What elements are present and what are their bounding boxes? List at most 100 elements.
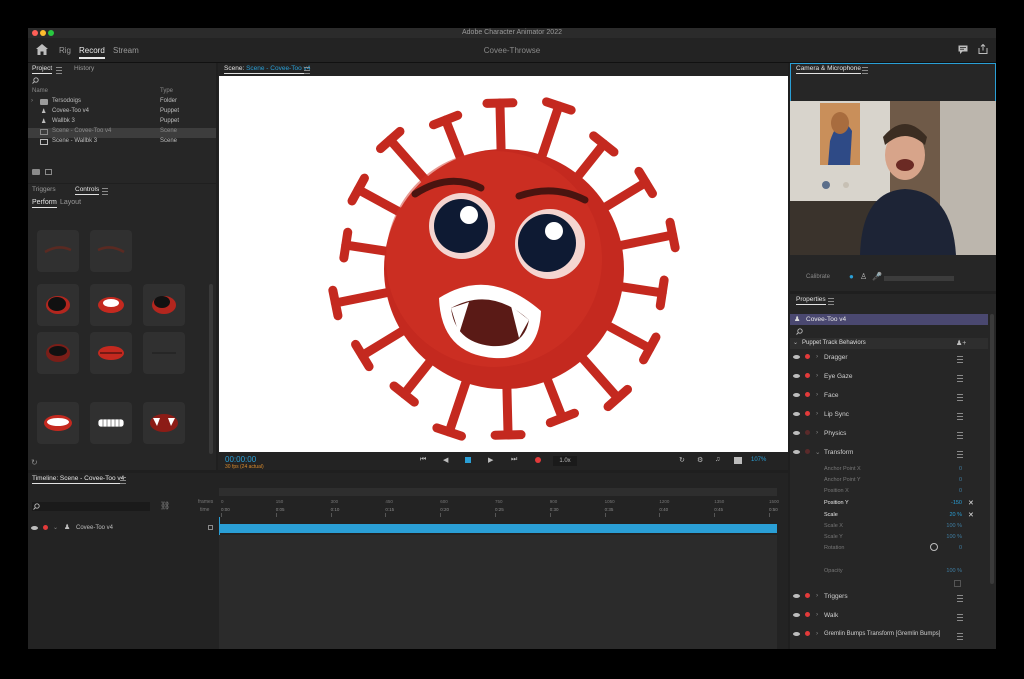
behavior-menu-icon[interactable]	[957, 451, 963, 458]
param-row[interactable]: Scale 20 % ✕	[790, 512, 996, 523]
scene-name-link[interactable]: Scene - Covee-Too v4	[246, 65, 310, 72]
timecode-display[interactable]: 00:00:00	[225, 455, 256, 464]
control-teeth-smile[interactable]	[37, 402, 79, 444]
arm-record-icon[interactable]	[805, 430, 810, 435]
control-eye-left[interactable]	[37, 284, 79, 326]
param-value[interactable]: 100 %	[946, 568, 962, 574]
tab-perform[interactable]: Perform	[32, 199, 57, 208]
arm-record-icon[interactable]	[805, 411, 810, 416]
chevron-right-icon[interactable]: ›	[816, 429, 818, 436]
chevron-down-icon[interactable]: ⌄	[815, 448, 820, 456]
refresh-icon[interactable]: ↻	[31, 458, 38, 467]
behavior-row[interactable]: › Walk	[790, 609, 996, 628]
panel-menu-icon[interactable]	[828, 298, 834, 305]
go-to-end-icon[interactable]: ⏭	[511, 456, 517, 464]
param-value[interactable]: 100 %	[946, 523, 962, 529]
eye-icon[interactable]	[793, 613, 800, 617]
add-behavior-icon[interactable]: ♟+	[956, 339, 966, 347]
behavior-row[interactable]: › Lip Sync	[790, 408, 996, 427]
microphone-icon[interactable]: 🎤	[872, 272, 882, 281]
chevron-right-icon[interactable]: ›	[816, 592, 818, 599]
param-value[interactable]: -150	[951, 500, 962, 506]
audio-icon[interactable]: ♫	[715, 456, 720, 463]
calibrate-button[interactable]: Calibrate	[806, 274, 830, 280]
project-item-selected[interactable]: Scene - Covee-Too v4 Scene	[28, 128, 216, 138]
behavior-row[interactable]: › Triggers	[790, 590, 996, 609]
param-value[interactable]: 0	[959, 466, 962, 472]
project-item[interactable]: ♟ Covee-Too v4 Puppet	[28, 108, 216, 118]
behavior-menu-icon[interactable]	[957, 356, 963, 363]
arm-record-icon[interactable]	[805, 612, 810, 617]
eye-icon[interactable]	[793, 450, 800, 454]
arm-record-icon[interactable]	[805, 373, 810, 378]
behaviors-section-header[interactable]: ⌄ Puppet Track Behaviors ♟+	[790, 338, 988, 349]
play-icon[interactable]: ▶	[488, 456, 493, 464]
eye-icon[interactable]	[793, 632, 800, 636]
chevron-down-icon[interactable]: ⌄	[793, 339, 798, 346]
chevron-down-icon[interactable]: ⌄	[53, 524, 58, 531]
param-row[interactable]: Position X 0	[790, 488, 996, 499]
record-icon[interactable]	[535, 457, 541, 463]
new-folder-icon[interactable]	[32, 169, 40, 175]
behavior-menu-icon[interactable]	[957, 595, 963, 602]
stop-icon[interactable]	[465, 457, 471, 463]
tab-project[interactable]: Project	[32, 65, 53, 74]
chevron-right-icon[interactable]: ›	[816, 611, 818, 618]
eye-icon[interactable]	[793, 374, 800, 378]
go-to-start-icon[interactable]: ⏮	[420, 456, 426, 464]
control-eyebrow-right[interactable]	[90, 230, 132, 272]
work-area-bar[interactable]	[219, 488, 777, 496]
chevron-right-icon[interactable]: ›	[31, 98, 33, 104]
track-header[interactable]: ⌄ ♟ Covee-Too v4	[28, 523, 218, 533]
tab-controls[interactable]: Controls	[75, 186, 100, 195]
zoom-percent[interactable]: 107%	[751, 457, 766, 463]
param-value[interactable]: 20 %	[949, 512, 962, 518]
loop-icon[interactable]: ↻	[679, 456, 685, 464]
control-mouth-closed[interactable]	[90, 332, 132, 374]
panel-menu-icon[interactable]	[304, 67, 310, 74]
behavior-menu-icon[interactable]	[957, 413, 963, 420]
scene-stage[interactable]	[219, 76, 788, 452]
checkbox[interactable]	[954, 580, 961, 587]
behavior-menu-icon[interactable]	[957, 633, 963, 640]
track-bar[interactable]	[219, 524, 777, 533]
param-row[interactable]: Position Y -150 ✕	[790, 500, 996, 511]
behavior-menu-icon[interactable]	[957, 375, 963, 382]
control-mouth-open[interactable]	[90, 284, 132, 326]
search-icon[interactable]	[796, 328, 803, 335]
properties-scrollbar[interactable]	[990, 314, 994, 584]
timeline-search-input[interactable]	[32, 502, 150, 511]
param-value[interactable]: 0	[959, 545, 962, 551]
arm-record-icon[interactable]	[805, 354, 810, 359]
param-value[interactable]: 100 %	[946, 534, 962, 540]
project-item[interactable]: › Tersodoigs Folder	[28, 98, 216, 108]
panel-menu-icon[interactable]	[862, 67, 868, 74]
param-row[interactable]: Scale X 100 %	[790, 523, 996, 534]
sync-icon[interactable]: ⛓	[160, 501, 170, 510]
time-ruler[interactable]: 0 0:00 150 0:05 300 0:10 450 0:15 600 0:20 750 0:25…	[219, 497, 779, 517]
rotation-dial-icon[interactable]	[930, 543, 938, 551]
control-mouth-neutral[interactable]	[143, 332, 185, 374]
behavior-row[interactable]: › Dragger	[790, 351, 996, 370]
speed-field[interactable]: 1.0x	[553, 456, 577, 466]
chevron-right-icon[interactable]: ›	[816, 630, 818, 637]
eye-icon[interactable]	[793, 431, 800, 435]
param-value[interactable]: 0	[959, 488, 962, 494]
virus-puppet[interactable]	[219, 76, 788, 452]
column-name[interactable]: Name	[32, 88, 48, 94]
eye-icon[interactable]	[793, 594, 800, 598]
eye-icon[interactable]	[793, 412, 800, 416]
arm-record-icon[interactable]	[43, 525, 48, 530]
arm-record-icon[interactable]	[805, 593, 810, 598]
control-fangs[interactable]	[143, 402, 185, 444]
behavior-row[interactable]: › Gremlin Bumps Transform [Gremlin Bumps…	[790, 628, 996, 647]
param-value[interactable]: 0	[959, 477, 962, 483]
control-teeth-grit[interactable]	[90, 402, 132, 444]
body-tracking-icon[interactable]: ♙	[860, 272, 867, 281]
arm-record-icon[interactable]	[805, 392, 810, 397]
controls-scrollbar[interactable]	[209, 284, 213, 454]
chevron-right-icon[interactable]: ›	[816, 353, 818, 360]
close-icon[interactable]: ✕	[968, 499, 974, 507]
panel-menu-icon[interactable]	[56, 67, 62, 74]
param-row[interactable]: Opacity 100 %	[790, 568, 996, 579]
